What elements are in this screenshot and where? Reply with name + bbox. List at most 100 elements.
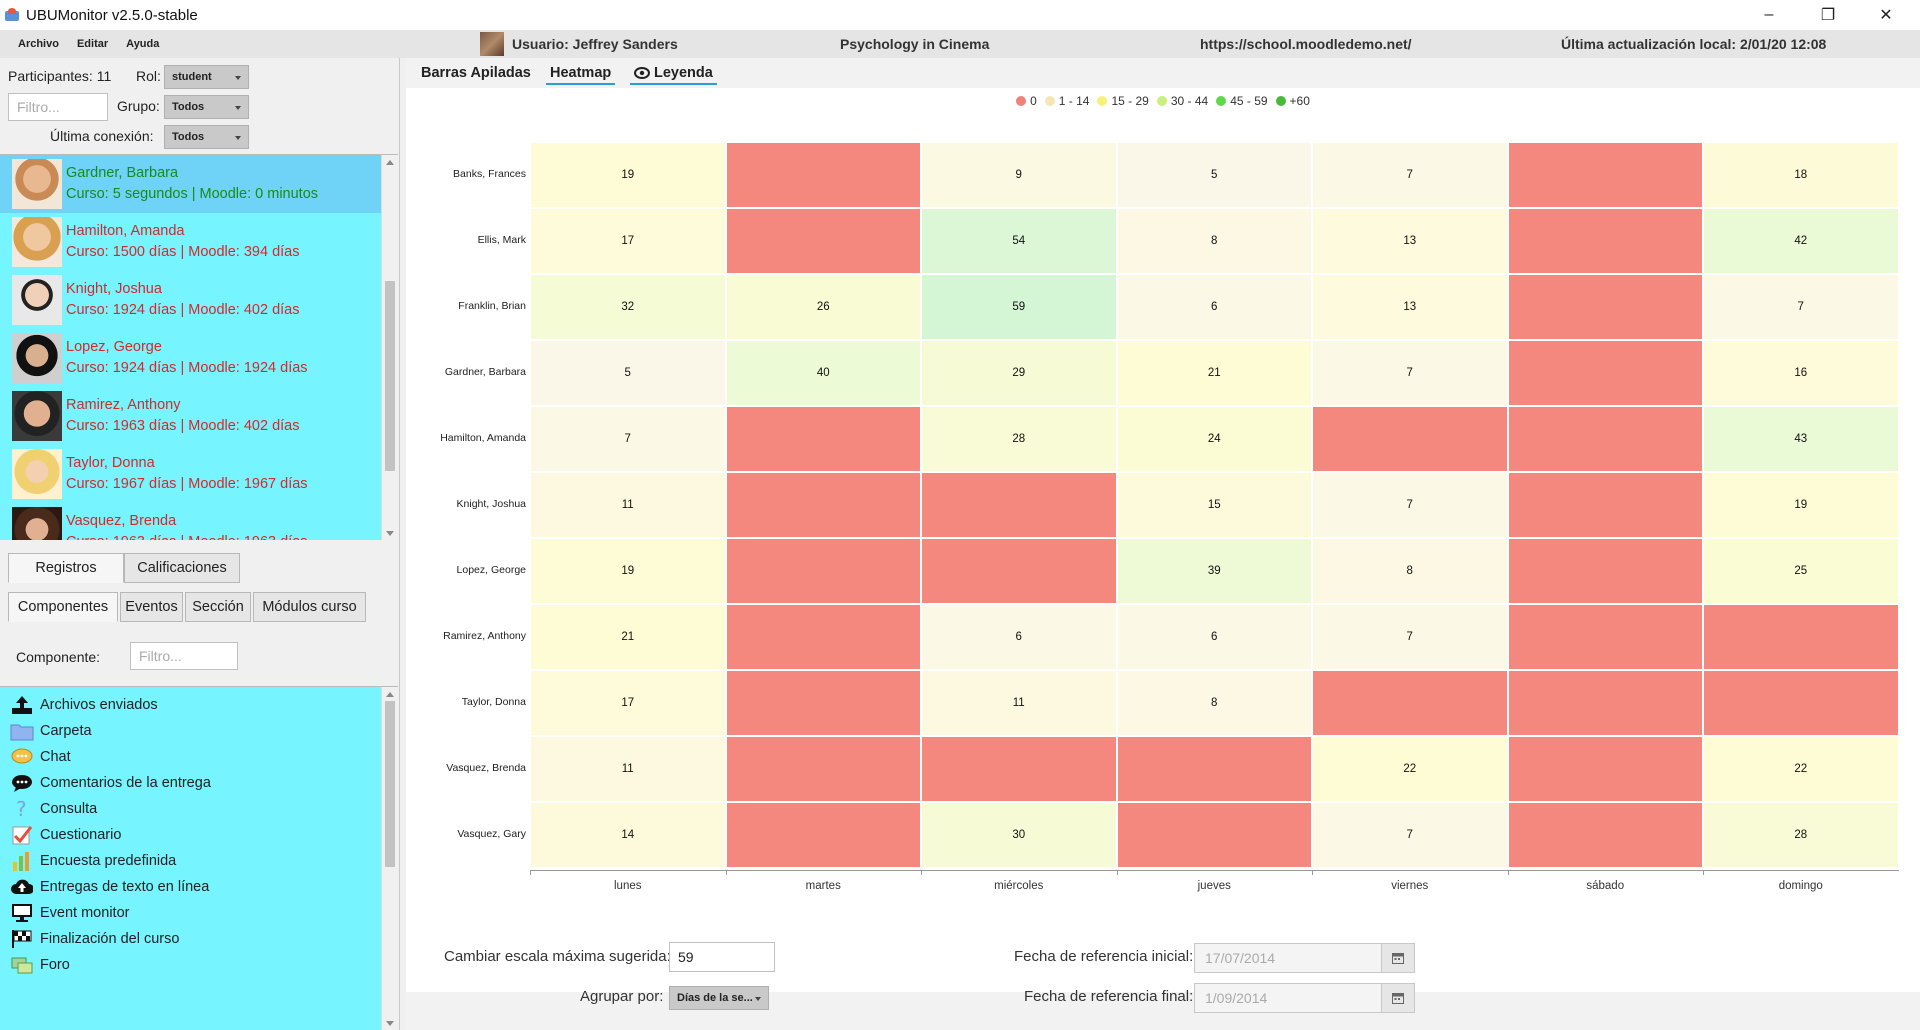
heatmap-cell[interactable] (726, 737, 920, 801)
heatmap-cell[interactable] (1508, 473, 1702, 537)
heatmap-cell[interactable]: 5 (1117, 143, 1311, 207)
scroll-thumb[interactable] (385, 701, 395, 867)
heatmap-cell[interactable]: 7 (531, 407, 725, 471)
heatmap-cell[interactable]: 28 (1704, 803, 1898, 867)
heatmap-cell[interactable]: 6 (1117, 275, 1311, 339)
component-item[interactable]: Foro (10, 949, 70, 981)
heatmap-cell[interactable]: 24 (1117, 407, 1311, 471)
heatmap-cell[interactable] (726, 407, 920, 471)
heatmap-cell[interactable]: 15 (1117, 473, 1311, 537)
tab-modulos-curso[interactable]: Módulos curso (253, 592, 366, 622)
heatmap-cell[interactable]: 32 (531, 275, 725, 339)
heatmap-cell[interactable]: 39 (1117, 539, 1311, 603)
heatmap-cell[interactable]: 14 (531, 803, 725, 867)
participant-item[interactable]: Hamilton, Amanda Curso: 1500 días | Moodl… (0, 213, 381, 271)
participant-scrollbar[interactable] (381, 155, 398, 540)
scroll-up-icon[interactable] (386, 160, 394, 165)
heatmap-cell[interactable] (1704, 671, 1898, 735)
heatmap-cell[interactable]: 13 (1313, 209, 1507, 273)
group-by-select[interactable]: Días de la se... (669, 986, 769, 1010)
heatmap-cell[interactable] (726, 605, 920, 669)
heatmap-cell[interactable]: 22 (1704, 737, 1898, 801)
menu-archivo[interactable]: Archivo (18, 38, 59, 50)
scroll-up-icon[interactable] (386, 692, 394, 697)
scroll-thumb[interactable] (385, 281, 395, 471)
heatmap-cell[interactable]: 17 (531, 671, 725, 735)
heatmap-cell[interactable]: 16 (1704, 341, 1898, 405)
role-select[interactable]: student (164, 65, 249, 89)
heatmap-cell[interactable]: 21 (531, 605, 725, 669)
heatmap-cell[interactable]: 7 (1704, 275, 1898, 339)
heatmap-cell[interactable] (1508, 539, 1702, 603)
end-date-input[interactable]: 1/09/2014 (1194, 983, 1382, 1013)
tab-stacked-bars[interactable]: Barras Apiladas (421, 65, 531, 81)
tab-componentes[interactable]: Componentes (8, 592, 118, 622)
heatmap-cell[interactable]: 8 (1313, 539, 1507, 603)
heatmap-cell[interactable] (726, 671, 920, 735)
heatmap-cell[interactable] (1704, 605, 1898, 669)
heatmap-cell[interactable]: 8 (1117, 671, 1311, 735)
participant-item[interactable]: Taylor, Donna Curso: 1967 días | Moodle: … (0, 445, 381, 503)
heatmap-cell[interactable] (726, 209, 920, 273)
heatmap-cell[interactable] (1117, 803, 1311, 867)
heatmap-cell[interactable]: 7 (1313, 143, 1507, 207)
tab-calificaciones[interactable]: Calificaciones (124, 553, 240, 583)
heatmap-cell[interactable] (1313, 671, 1507, 735)
heatmap-cell[interactable]: 11 (922, 671, 1116, 735)
menu-editar[interactable]: Editar (77, 38, 108, 50)
heatmap-cell[interactable]: 6 (922, 605, 1116, 669)
heatmap-cell[interactable]: 19 (531, 539, 725, 603)
heatmap-cell[interactable] (726, 803, 920, 867)
heatmap-cell[interactable]: 28 (922, 407, 1116, 471)
heatmap-cell[interactable]: 21 (1117, 341, 1311, 405)
component-scrollbar[interactable] (381, 687, 398, 1030)
group-select[interactable]: Todos (164, 95, 249, 119)
heatmap-cell[interactable]: 54 (922, 209, 1116, 273)
heatmap-cell[interactable]: 30 (922, 803, 1116, 867)
heatmap-cell[interactable] (1508, 803, 1702, 867)
tab-registros[interactable]: Registros (8, 553, 124, 583)
heatmap-cell[interactable] (922, 539, 1116, 603)
participant-item[interactable]: Knight, Joshua Curso: 1924 días | Moodle:… (0, 271, 381, 329)
heatmap-cell[interactable]: 17 (531, 209, 725, 273)
start-date-calendar-button[interactable] (1381, 943, 1415, 973)
heatmap-cell[interactable]: 7 (1313, 341, 1507, 405)
component-filter-input[interactable]: Filtro... (130, 642, 238, 670)
heatmap-cell[interactable]: 19 (531, 143, 725, 207)
heatmap-cell[interactable]: 18 (1704, 143, 1898, 207)
participant-item[interactable]: Vasquez, Brenda Curso: 1963 días | Moodle… (0, 503, 381, 540)
heatmap-cell[interactable] (1508, 341, 1702, 405)
heatmap-cell[interactable] (726, 143, 920, 207)
heatmap-cell[interactable]: 7 (1313, 803, 1507, 867)
heatmap-cell[interactable] (1117, 737, 1311, 801)
heatmap-cell[interactable]: 9 (922, 143, 1116, 207)
end-date-calendar-button[interactable] (1381, 983, 1415, 1013)
menu-ayuda[interactable]: Ayuda (126, 38, 159, 50)
heatmap-cell[interactable]: 13 (1313, 275, 1507, 339)
heatmap-cell[interactable] (1313, 407, 1507, 471)
last-connection-select[interactable]: Todos (164, 125, 249, 149)
scroll-down-icon[interactable] (386, 1021, 394, 1026)
maximize-button[interactable]: ❐ (1800, 0, 1856, 30)
heatmap-cell[interactable] (922, 737, 1116, 801)
heatmap-cell[interactable]: 11 (531, 737, 725, 801)
heatmap-cell[interactable] (1508, 275, 1702, 339)
heatmap-cell[interactable]: 40 (726, 341, 920, 405)
participant-item[interactable]: Ramirez, Anthony Curso: 1963 días | Moodl… (0, 387, 381, 445)
heatmap-cell[interactable]: 19 (1704, 473, 1898, 537)
heatmap-cell[interactable]: 25 (1704, 539, 1898, 603)
heatmap-cell[interactable]: 8 (1117, 209, 1311, 273)
heatmap-cell[interactable] (1508, 737, 1702, 801)
participant-item[interactable]: Lopez, George Curso: 1924 días | Moodle: … (0, 329, 381, 387)
heatmap-cell[interactable]: 7 (1313, 605, 1507, 669)
heatmap-cell[interactable] (1508, 143, 1702, 207)
participant-filter-input[interactable]: Filtro... (8, 93, 108, 121)
heatmap-cell[interactable]: 5 (531, 341, 725, 405)
heatmap-cell[interactable]: 29 (922, 341, 1116, 405)
heatmap-cell[interactable]: 7 (1313, 473, 1507, 537)
heatmap-cell[interactable]: 22 (1313, 737, 1507, 801)
heatmap-cell[interactable] (726, 539, 920, 603)
heatmap-cell[interactable] (1508, 605, 1702, 669)
heatmap-cell[interactable]: 11 (531, 473, 725, 537)
minimize-button[interactable]: – (1741, 0, 1797, 30)
